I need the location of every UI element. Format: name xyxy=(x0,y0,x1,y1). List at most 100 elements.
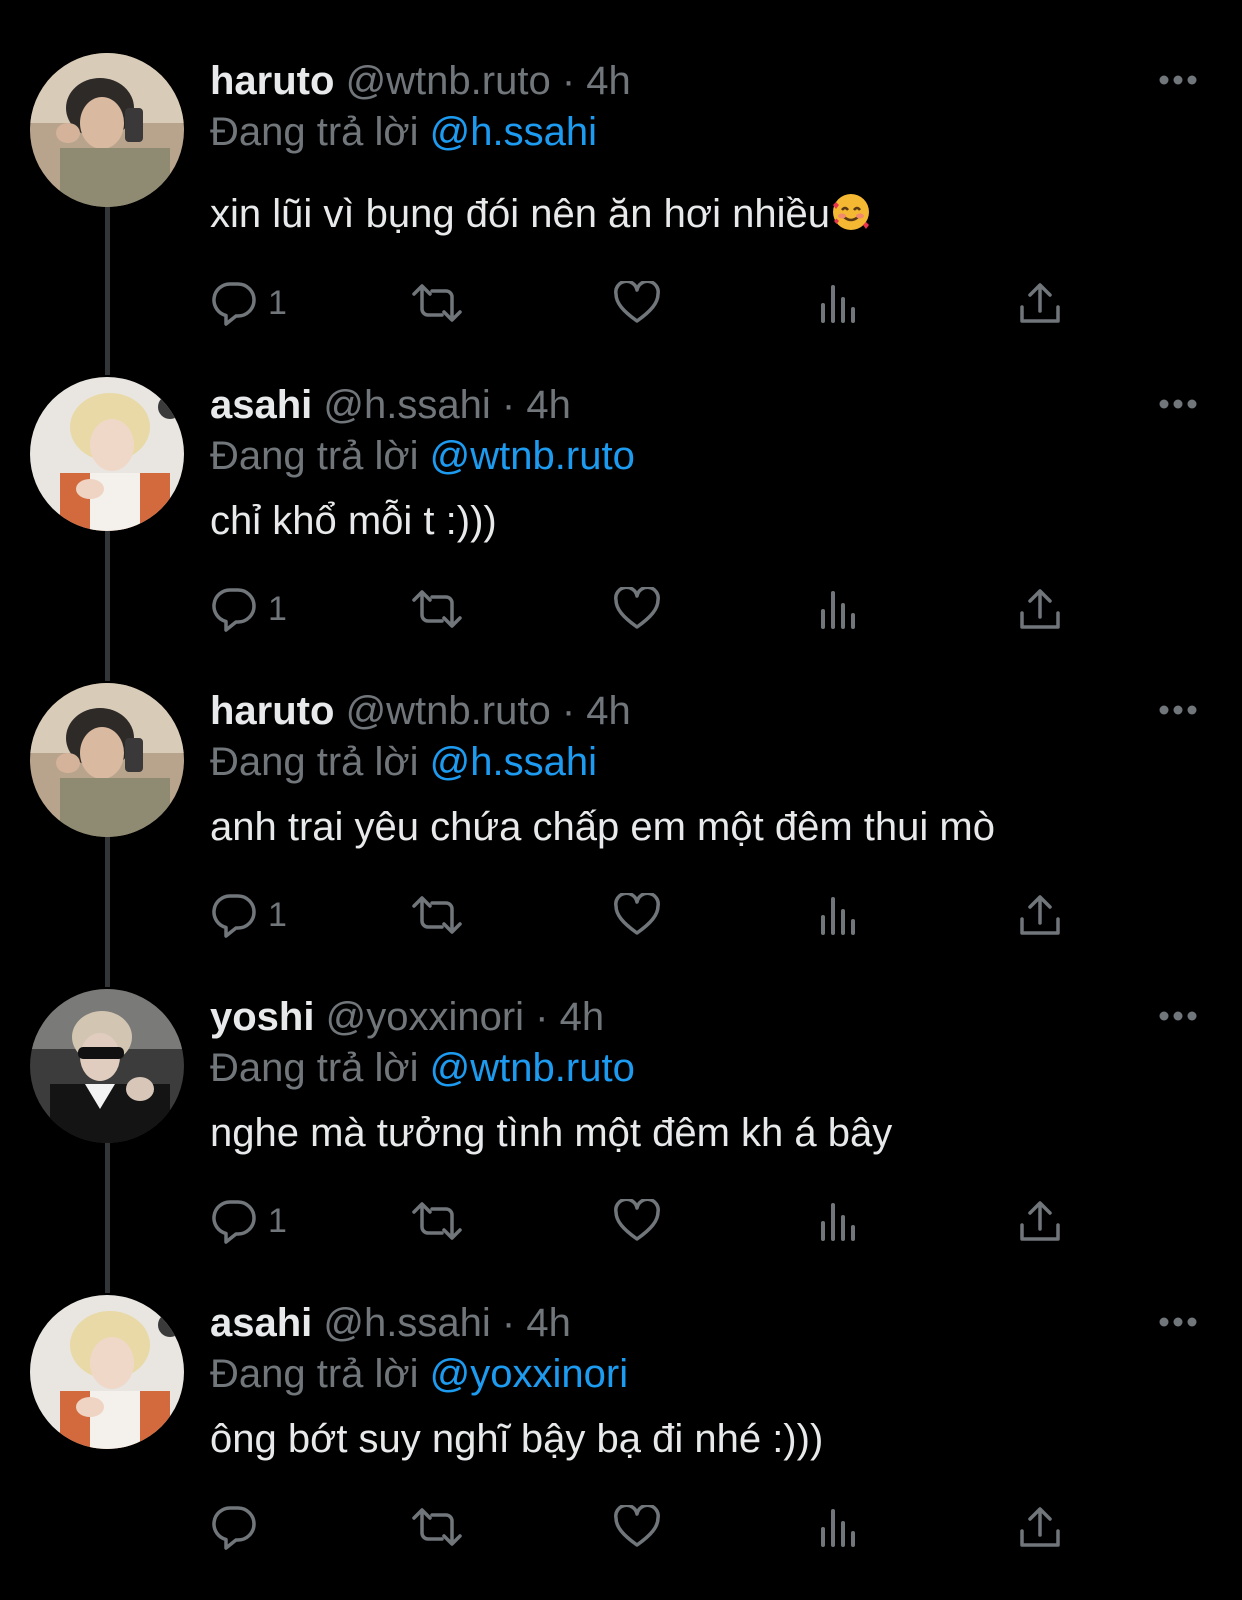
tweet[interactable]: asahi @h.ssahi · 4h Đang trả lời @yoxxin… xyxy=(0,1295,1242,1595)
share-button[interactable] xyxy=(1018,1196,1062,1246)
replying-to: Đang trả lời @h.ssahi xyxy=(210,738,597,786)
retweet-icon xyxy=(412,284,462,322)
more-icon[interactable] xyxy=(1158,397,1198,409)
timestamp[interactable]: 4h xyxy=(586,59,631,103)
display-name[interactable]: asahi xyxy=(210,383,312,427)
action-bar: 1 xyxy=(210,1196,1090,1246)
retweet-button[interactable] xyxy=(410,278,464,328)
analytics-icon xyxy=(821,591,855,629)
separator: · xyxy=(501,383,516,427)
retweet-button[interactable] xyxy=(410,1196,464,1246)
share-button[interactable] xyxy=(1018,1502,1062,1552)
mention-link[interactable]: @yoxxinori xyxy=(430,1352,628,1396)
tweet-header: haruto @wtnb.ruto · 4h xyxy=(210,57,631,105)
tweet-header: yoshi @yoxxinori · 4h xyxy=(210,993,604,1041)
more-icon[interactable] xyxy=(1158,73,1198,85)
share-button[interactable] xyxy=(1018,278,1062,328)
reply-icon xyxy=(212,1200,256,1244)
display-name[interactable]: asahi xyxy=(210,1301,312,1345)
retweet-icon xyxy=(412,896,462,934)
retweet-icon xyxy=(412,590,462,628)
heart-icon xyxy=(614,1199,660,1241)
retweet-button[interactable] xyxy=(410,890,464,940)
replying-to: Đang trả lời @yoxxinori xyxy=(210,1350,628,1398)
handle[interactable]: @wtnb.ruto xyxy=(346,689,551,733)
timestamp[interactable]: 4h xyxy=(526,383,571,427)
more-icon[interactable] xyxy=(1158,1009,1198,1021)
reply-button[interactable]: 1 xyxy=(210,890,287,940)
handle[interactable]: @h.ssahi xyxy=(323,1301,490,1345)
timestamp[interactable]: 4h xyxy=(526,1301,571,1345)
avatar[interactable] xyxy=(30,683,184,837)
like-button[interactable] xyxy=(613,278,661,328)
tweet[interactable]: asahi @h.ssahi · 4h Đang trả lời @wtnb.r… xyxy=(0,377,1242,677)
smiling-face-with-hearts-icon xyxy=(830,191,872,233)
reply-prefix: Đang trả lời xyxy=(210,740,419,784)
share-icon xyxy=(1020,895,1060,935)
tweet-header: asahi @h.ssahi · 4h xyxy=(210,381,571,429)
handle[interactable]: @yoxxinori xyxy=(326,995,524,1039)
tweet-text: chỉ khổ mỗi t :))) xyxy=(210,499,497,543)
views-button[interactable] xyxy=(818,890,860,940)
more-icon[interactable] xyxy=(1158,1315,1198,1327)
reply-count: 1 xyxy=(268,283,287,322)
mention-link[interactable]: @h.ssahi xyxy=(430,110,597,154)
views-button[interactable] xyxy=(818,278,860,328)
heart-icon xyxy=(614,893,660,935)
share-icon xyxy=(1020,1201,1060,1241)
tweet[interactable]: yoshi @yoxxinori · 4h Đang trả lời @wtnb… xyxy=(0,989,1242,1289)
avatar[interactable] xyxy=(30,989,184,1143)
more-icon[interactable] xyxy=(1158,703,1198,715)
reply-button[interactable]: 1 xyxy=(210,278,287,328)
like-button[interactable] xyxy=(613,890,661,940)
like-button[interactable] xyxy=(613,1502,661,1552)
views-button[interactable] xyxy=(818,1502,860,1552)
timestamp[interactable]: 4h xyxy=(586,689,631,733)
reply-button[interactable]: 1 xyxy=(210,584,287,634)
tweet-header: haruto @wtnb.ruto · 4h xyxy=(210,687,631,735)
like-button[interactable] xyxy=(613,1196,661,1246)
tweet[interactable]: haruto @wtnb.ruto · 4h Đang trả lời @h.s… xyxy=(0,53,1242,353)
tweet-header: asahi @h.ssahi · 4h xyxy=(210,1299,571,1347)
display-name[interactable]: haruto xyxy=(210,689,334,733)
mention-link[interactable]: @wtnb.ruto xyxy=(430,1046,635,1090)
reply-icon xyxy=(212,1506,256,1550)
views-button[interactable] xyxy=(818,584,860,634)
retweet-icon xyxy=(412,1508,462,1546)
views-button[interactable] xyxy=(818,1196,860,1246)
retweet-button[interactable] xyxy=(410,584,464,634)
reply-icon xyxy=(212,588,256,632)
replying-to: Đang trả lời @wtnb.ruto xyxy=(210,432,635,480)
reply-button[interactable] xyxy=(210,1502,268,1552)
retweet-button[interactable] xyxy=(410,1502,464,1552)
tweet[interactable]: haruto @wtnb.ruto · 4h Đang trả lời @h.s… xyxy=(0,683,1242,983)
separator: · xyxy=(561,689,576,733)
mention-link[interactable]: @wtnb.ruto xyxy=(430,434,635,478)
display-name[interactable]: yoshi xyxy=(210,995,314,1039)
tweet-text: nghe mà tưởng tình một đêm kh á bây xyxy=(210,1111,893,1155)
action-bar: 1 xyxy=(210,584,1090,634)
share-button[interactable] xyxy=(1018,584,1062,634)
handle[interactable]: @wtnb.ruto xyxy=(346,59,551,103)
handle[interactable]: @h.ssahi xyxy=(323,383,490,427)
reply-button[interactable]: 1 xyxy=(210,1196,287,1246)
avatar[interactable] xyxy=(30,53,184,207)
analytics-icon xyxy=(821,1203,855,1241)
reply-icon xyxy=(212,282,256,326)
share-button[interactable] xyxy=(1018,890,1062,940)
avatar[interactable] xyxy=(30,1295,184,1449)
replying-to: Đang trả lời @h.ssahi xyxy=(210,108,597,156)
analytics-icon xyxy=(821,285,855,323)
heart-icon xyxy=(614,1505,660,1547)
mention-link[interactable]: @h.ssahi xyxy=(430,740,597,784)
heart-icon xyxy=(614,587,660,629)
reply-prefix: Đang trả lời xyxy=(210,1046,419,1090)
timestamp[interactable]: 4h xyxy=(560,995,605,1039)
reply-count: 1 xyxy=(268,1201,287,1240)
avatar[interactable] xyxy=(30,377,184,531)
replying-to: Đang trả lời @wtnb.ruto xyxy=(210,1044,635,1092)
action-bar xyxy=(210,1502,1090,1552)
like-button[interactable] xyxy=(613,584,661,634)
display-name[interactable]: haruto xyxy=(210,59,334,103)
tweet-text: anh trai yêu chứa chấp em một đêm thui m… xyxy=(210,805,995,849)
